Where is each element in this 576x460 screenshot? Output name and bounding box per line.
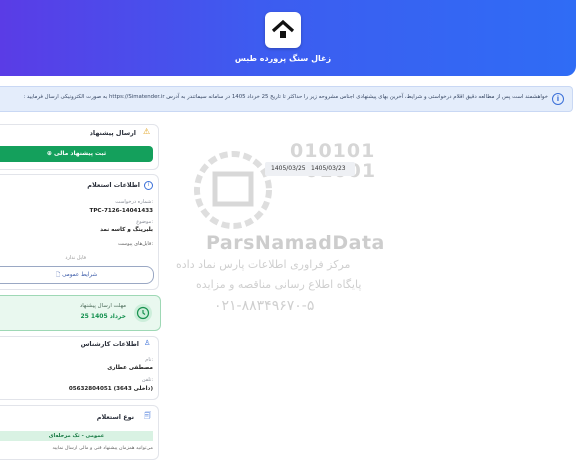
- submit-card-title: ارسال پیشنهاد: [89, 129, 136, 137]
- document-icon: 🗋: [55, 272, 61, 278]
- deadline-label: مهلت ارسال پیشنهاد: [79, 303, 126, 309]
- notice-bar: i خواهشمند است پس از مطالعه دقیق اقلام د…: [0, 86, 573, 112]
- coin-icon: ⊕: [46, 150, 52, 157]
- clock-icon: [136, 306, 150, 320]
- general-terms-label: شرایط عمومی: [62, 272, 98, 278]
- watermark-phone: ۰۲۱-۸۸۳۴۹۶۷۰-۵: [214, 298, 315, 314]
- date-end: 1405/03/25: [271, 165, 306, 172]
- expert-name-label: نام:: [145, 357, 153, 363]
- organization-title: زغال سنگ پرورده طبس: [234, 54, 332, 63]
- no-file-text: فایل ندارد: [65, 255, 86, 261]
- request-number-value: TPC-7126-14041433: [89, 208, 154, 214]
- watermark-line-2: پایگاه اطلاع رسانی مناقصه و مزایده: [196, 278, 362, 291]
- deadline-value: 25 خرداد 1405: [80, 313, 126, 320]
- inquiry-type-description: می‌توانید همزمان پیشنهاد فنی و مالی ارسا…: [52, 446, 153, 451]
- expert-phone-value: 05632804051 (داخلی 3643): [68, 386, 153, 392]
- company-logo: [265, 12, 301, 48]
- info-circle-icon: i: [144, 181, 153, 190]
- app-header: زغال سنگ پرورده طبس: [0, 0, 576, 76]
- house-logo-icon: [271, 19, 295, 38]
- date-start: 1405/03/23: [311, 165, 346, 172]
- expert-name-value: مصطفی عطاری: [107, 365, 153, 371]
- expert-phone-label: تلفن:: [141, 377, 153, 383]
- expert-card-title: اطلاعات کارشناس: [80, 340, 139, 348]
- submit-button-label: ثبت پیشنهاد مالی: [54, 150, 107, 157]
- watermark-line-1: مرکز فراوری اطلاعات پارس نماد داده: [176, 258, 351, 271]
- general-terms-button[interactable]: 🗋 شرایط عمومی: [0, 266, 154, 284]
- subject-value: بلبرینگ و کاسه نمد: [100, 227, 153, 233]
- inquiry-type-title: نوع استعلام: [96, 413, 134, 421]
- request-number-label: شماره درخواست:: [115, 199, 153, 205]
- notice-text: خواهشمند است پس از مطالعه دقیق اقلام درخ…: [23, 94, 548, 100]
- clipboard-icon: 🗐: [144, 412, 151, 420]
- dates-strip: 1405/03/25 1405/03/23: [265, 162, 355, 176]
- info-icon: i: [552, 93, 564, 105]
- submit-financial-offer-button[interactable]: ⊕ ثبت پیشنهاد مالی: [0, 146, 153, 162]
- deadline-card: مهلت ارسال پیشنهاد 25 خرداد 1405: [0, 295, 161, 331]
- watermark-brand: ParsNamadData: [206, 232, 385, 254]
- warning-icon: ⚠: [143, 127, 151, 136]
- subject-label: موضوع:: [136, 219, 153, 225]
- attachments-label: فایل‌های پیوست:: [117, 241, 153, 247]
- watermark-digits-1: 010101: [290, 140, 376, 162]
- clock-icon-wrap: [134, 304, 152, 322]
- inquiry-type-tag: عمومی - تک مرحله‌ای: [0, 431, 153, 441]
- user-icon: ♙: [144, 339, 151, 347]
- inquiry-card-title: اطلاعات استعلام: [87, 181, 140, 189]
